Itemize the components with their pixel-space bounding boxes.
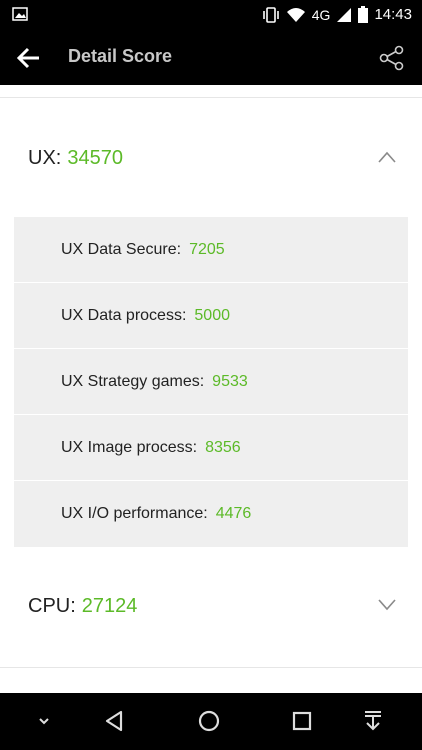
ux-score: 34570 [67, 147, 123, 169]
status-time: 14:43 [374, 6, 412, 23]
chevron-down-icon[interactable] [30, 707, 58, 735]
detail-score-content: UX: 34570 UX Data Secure: 7205 UX Data pro… [0, 85, 422, 693]
signal-icon [337, 7, 352, 22]
battery-icon [358, 6, 369, 23]
page-title: Detail Score [68, 46, 173, 66]
home-icon[interactable] [195, 707, 223, 735]
subscore-value: 8356 [205, 439, 241, 456]
image-notification-icon [12, 7, 28, 21]
subscore-label: UX Strategy games: [61, 373, 205, 390]
subscore-value: 9533 [212, 373, 248, 390]
recents-icon[interactable] [288, 707, 316, 735]
subscore-value: 4476 [215, 505, 252, 522]
app-bar: Detail Score [0, 30, 422, 85]
ux-label: UX: [28, 147, 62, 169]
back-arrow-icon[interactable] [14, 43, 44, 73]
chevron-down-icon[interactable] [378, 599, 396, 611]
subscore-value: 7205 [189, 241, 225, 258]
cpu-section-header[interactable]: CPU: 27124 [0, 577, 422, 637]
divider [0, 97, 422, 98]
subscore-value: 5000 [194, 307, 230, 324]
chevron-up-icon[interactable] [378, 151, 396, 163]
vibrate-icon [262, 6, 279, 23]
list-item: UX Image process: 8356 [14, 415, 408, 481]
subscore-label: UX Data process: [61, 307, 187, 324]
cpu-section-title: CPU: 27124 [28, 595, 137, 618]
network-type: 4G [311, 6, 331, 23]
divider [0, 667, 422, 668]
ux-subscores-panel: UX Data Secure: 7205 UX Data process: 5000… [14, 217, 408, 547]
list-item: UX Data Secure: 7205 [14, 217, 408, 283]
subscore-label: UX Image process: [61, 439, 198, 456]
cpu-score: 27124 [81, 595, 138, 617]
system-nav-bar [0, 693, 422, 750]
ux-section-header[interactable]: UX: 34570 [0, 129, 422, 189]
wifi-icon [286, 7, 305, 22]
ux-section-title: UX: 34570 [28, 147, 123, 170]
list-item: UX I/O performance: 4476 [14, 481, 408, 547]
list-item: UX Data process: 5000 [14, 283, 408, 349]
notification-pull-icon[interactable] [359, 707, 387, 735]
back-icon[interactable] [101, 707, 129, 735]
subscore-label: UX Data Secure: [61, 241, 182, 258]
status-bar: 4G 14:43 [0, 0, 422, 30]
share-icon[interactable] [378, 44, 406, 72]
list-item: UX Strategy games: 9533 [14, 349, 408, 415]
cpu-label: CPU: [28, 595, 76, 617]
subscore-label: UX I/O performance: [61, 505, 208, 522]
